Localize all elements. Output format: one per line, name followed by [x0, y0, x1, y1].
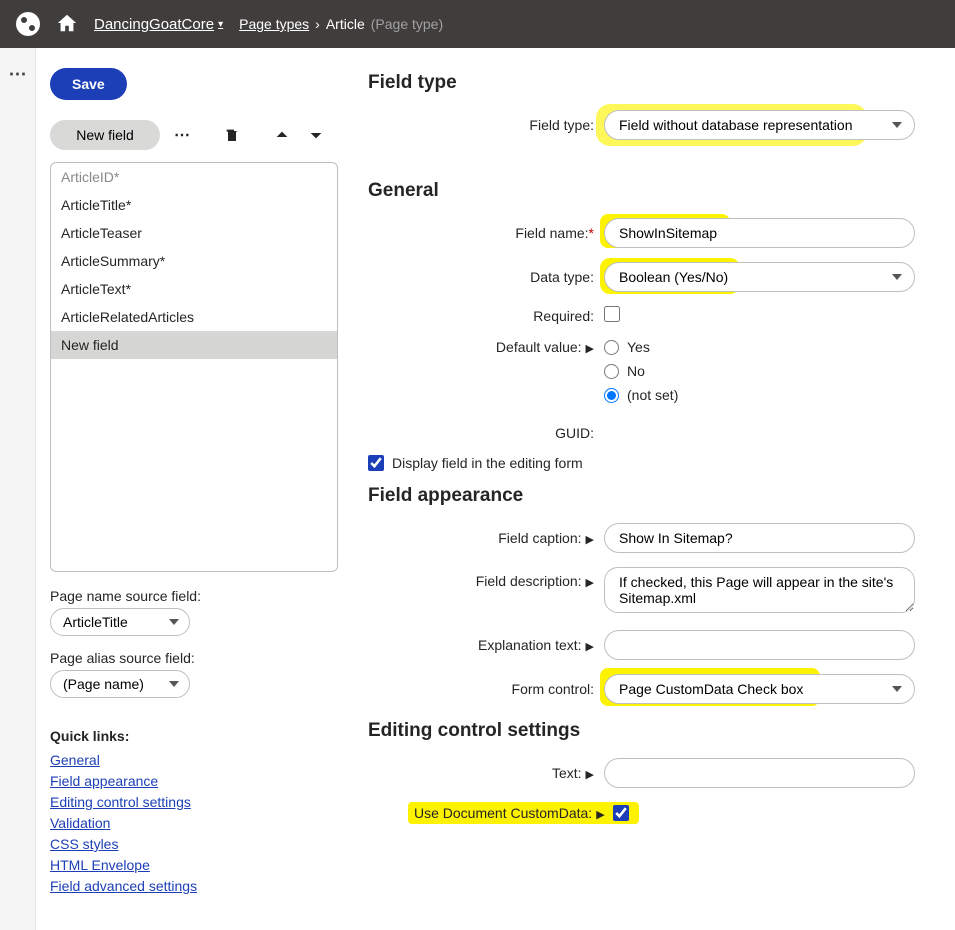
new-field-button[interactable]: New field — [50, 120, 160, 150]
data-type-select[interactable]: Boolean (Yes/No) — [604, 262, 915, 292]
app-logo-icon[interactable] — [16, 12, 40, 36]
form-control-label: Form control: — [368, 681, 604, 697]
section-field-appearance: Field appearance — [368, 485, 935, 507]
breadcrumb: Page types › Article (Page type) — [239, 16, 443, 32]
page-name-source-label: Page name source field: — [50, 588, 338, 604]
home-icon[interactable] — [56, 12, 78, 37]
field-type-select[interactable]: Field without database representation — [604, 110, 915, 140]
field-list: ArticleID* ArticleTitle* ArticleTeaser A… — [50, 162, 338, 572]
field-list-item[interactable]: ArticleID* — [51, 163, 337, 191]
use-doc-customdata-label: Use Document CustomData:▶ — [414, 805, 613, 821]
use-doc-customdata-checkbox[interactable] — [613, 805, 629, 821]
more-icon[interactable]: ⋯ — [9, 64, 27, 930]
caret-right-icon[interactable]: ▶ — [596, 808, 604, 821]
explanation-label: Explanation text:▶ — [368, 637, 604, 653]
field-list-item[interactable]: ArticleTeaser — [51, 219, 337, 247]
default-value-notset[interactable]: (not set) — [604, 387, 935, 403]
page-name-source-select[interactable]: ArticleTitle — [50, 608, 190, 636]
field-description-textarea[interactable]: If checked, this Page will appear in the… — [604, 567, 915, 613]
data-type-label: Data type: — [368, 269, 604, 285]
default-value-label: Default value:▶ — [368, 339, 604, 355]
caret-right-icon[interactable]: ▶ — [586, 576, 594, 589]
quick-links-title: Quick links: — [50, 728, 338, 744]
move-down-icon[interactable] — [304, 123, 328, 147]
quicklink-field-advanced-settings[interactable]: Field advanced settings — [50, 876, 338, 897]
section-general: General — [368, 180, 935, 202]
text-input[interactable] — [604, 758, 915, 788]
caret-right-icon[interactable]: ▶ — [586, 533, 594, 546]
display-in-form-label: Display field in the editing form — [392, 455, 583, 471]
chevron-down-icon: ▾ — [218, 19, 223, 30]
guid-label: GUID: — [368, 425, 604, 441]
quicklink-html-envelope[interactable]: HTML Envelope — [50, 855, 338, 876]
field-list-item[interactable]: ArticleTitle* — [51, 191, 337, 219]
quicklink-editing-control-settings[interactable]: Editing control settings — [50, 792, 338, 813]
breadcrumb-article: Article — [326, 16, 365, 32]
quicklink-field-appearance[interactable]: Field appearance — [50, 771, 338, 792]
default-value-no[interactable]: No — [604, 363, 935, 379]
quicklink-general[interactable]: General — [50, 750, 338, 771]
default-value-yes[interactable]: Yes — [604, 339, 935, 355]
more-options-icon[interactable]: ⋯ — [170, 125, 194, 145]
site-selector[interactable]: DancingGoatCore ▾ — [94, 16, 223, 33]
delete-icon[interactable] — [220, 123, 244, 147]
field-name-input[interactable] — [604, 218, 915, 248]
page-alias-source-label: Page alias source field: — [50, 650, 338, 666]
chevron-right-icon: › — [315, 16, 320, 32]
quicklink-css-styles[interactable]: CSS styles — [50, 834, 338, 855]
left-rail: ⋯ — [0, 48, 36, 930]
breadcrumb-page-types[interactable]: Page types — [239, 16, 309, 32]
required-label: Required: — [368, 308, 604, 324]
section-editing-control: Editing control settings — [368, 720, 935, 742]
field-list-item[interactable]: New field — [51, 331, 337, 359]
field-caption-input[interactable] — [604, 523, 915, 553]
default-value-radio-group: Yes No (not set) — [604, 339, 935, 411]
section-field-type: Field type — [368, 72, 935, 94]
quicklink-validation[interactable]: Validation — [50, 813, 338, 834]
field-caption-label: Field caption:▶ — [368, 530, 604, 546]
caret-right-icon[interactable]: ▶ — [586, 342, 594, 355]
field-type-label: Field type: — [368, 117, 604, 133]
required-checkbox[interactable] — [604, 306, 620, 322]
explanation-input[interactable] — [604, 630, 915, 660]
caret-right-icon[interactable]: ▶ — [586, 768, 594, 781]
save-button[interactable]: Save — [50, 68, 127, 100]
field-list-item[interactable]: ArticleRelatedArticles — [51, 303, 337, 331]
field-list-item[interactable]: ArticleSummary* — [51, 247, 337, 275]
page-alias-source-select[interactable]: (Page name) — [50, 670, 190, 698]
header-bar: DancingGoatCore ▾ Page types › Article (… — [0, 0, 955, 48]
form-control-select[interactable]: Page CustomData Check box — [604, 674, 915, 704]
text-label: Text:▶ — [368, 765, 604, 781]
field-name-label: Field name:* — [368, 225, 604, 241]
caret-right-icon[interactable]: ▶ — [586, 640, 594, 653]
field-list-item[interactable]: ArticleText* — [51, 275, 337, 303]
display-in-form-checkbox[interactable] — [368, 455, 384, 471]
breadcrumb-suffix: (Page type) — [371, 16, 443, 32]
field-description-label: Field description:▶ — [368, 567, 604, 589]
move-up-icon[interactable] — [270, 123, 294, 147]
